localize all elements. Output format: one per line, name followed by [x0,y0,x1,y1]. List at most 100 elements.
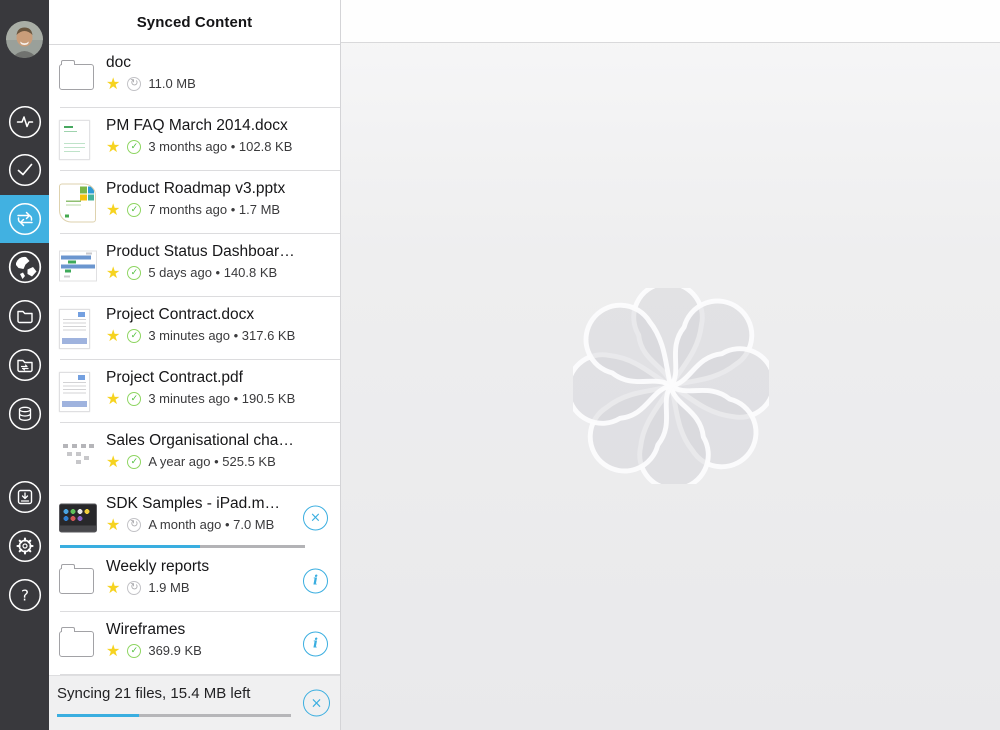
star-icon: ★ [106,266,120,280]
list-item[interactable]: Project Contract.docx ★ 3 minutes ago • … [49,297,340,360]
star-icon: ★ [106,518,120,532]
sync-status-icon [127,581,141,595]
content-area [341,0,1000,730]
sidebar-item-tasks[interactable] [0,146,49,194]
sidebar-item-global[interactable] [0,243,49,291]
activity-icon [8,105,42,139]
sync-status-icon [127,392,141,406]
file-thumbnail [59,120,90,160]
star-icon: ★ [106,581,120,595]
sync-progress-bar [57,714,291,718]
help-icon: ? [8,578,42,612]
file-thumbnail [59,568,94,594]
avatar-photo [6,21,43,58]
file-details: A month ago • 7.0 MB [148,517,274,532]
file-details: 1.9 MB [148,580,189,595]
sidebar-item-sync[interactable] [0,195,49,243]
star-icon: ★ [106,644,120,658]
list-item[interactable]: Project Contract.pdf ★ 3 minutes ago • 1… [49,360,340,423]
file-list: doc ★ 11.0 MB PM FAQ March 2014.docx ★ 3… [49,45,340,675]
sync-icon [8,202,42,236]
star-icon: ★ [106,392,120,406]
file-thumbnail [59,503,97,532]
star-icon: ★ [106,455,120,469]
file-details: 369.9 KB [148,643,202,658]
close-icon: × [311,695,323,711]
file-name: Project Contract.pdf [106,369,296,387]
file-name: Product Roadmap v3.pptx [106,180,296,198]
list-item[interactable]: Wireframes ★ 369.9 KB i [49,612,340,675]
sidebar-item-settings[interactable] [0,522,49,570]
sync-status-text: Syncing 21 files, 15.4 MB left [57,685,250,702]
panel-header: Synced Content [49,0,340,45]
sidebar-item-downloads[interactable] [0,473,49,521]
file-details: 3 minutes ago • 317.6 KB [148,328,295,343]
file-details: 7 months ago • 1.7 MB [148,202,280,217]
sync-status-bar: Syncing 21 files, 15.4 MB left × [49,675,340,730]
sync-status-icon [127,518,141,532]
file-details: 3 minutes ago • 190.5 KB [148,391,295,406]
star-icon: ★ [106,140,120,154]
panel-title: Synced Content [137,14,253,31]
list-item[interactable]: Weekly reports ★ 1.9 MB i [49,549,340,612]
folder-icon [8,299,42,333]
info-button[interactable]: i [303,631,328,656]
file-details: 11.0 MB [148,76,195,91]
avatar[interactable] [6,21,43,58]
file-thumbnail [59,250,97,281]
content-header [341,0,1000,43]
star-icon: ★ [106,203,120,217]
file-name: Sales Organisational chart_… [106,432,296,450]
flower-logo [573,288,769,484]
sync-status-icon [127,140,141,154]
sync-status-icon [127,644,141,658]
gear-icon [8,529,42,563]
sidebar-item-storage[interactable] [0,390,49,438]
download-icon [8,480,42,514]
file-details: 5 days ago • 140.8 KB [148,265,277,280]
info-button[interactable]: i [303,568,328,593]
file-name: Product Status Dashboard-… [106,243,296,261]
svg-text:?: ? [21,587,29,605]
star-icon: ★ [106,77,120,91]
file-details: 3 months ago • 102.8 KB [148,139,292,154]
sidebar-item-folders[interactable] [0,292,49,340]
file-name: doc [106,54,296,72]
file-details: A year ago • 525.5 KB [148,454,275,469]
list-item[interactable]: doc ★ 11.0 MB [49,45,340,108]
list-item[interactable]: Sales Organisational chart_… ★ A year ag… [49,423,340,486]
sync-status-icon [127,77,141,91]
sidebar-rail: ? [0,0,49,730]
database-icon [8,397,42,431]
sync-status-icon [127,266,141,280]
file-name: Wireframes [106,621,296,639]
file-thumbnail [59,372,90,412]
item-progress-bar [60,545,305,548]
sync-status-icon [127,329,141,343]
file-name: Project Contract.docx [106,306,296,324]
file-thumbnail [59,442,96,468]
cancel-item-sync-button[interactable]: × [303,505,328,530]
sync-status-icon [127,203,141,217]
file-name: SDK Samples - iPad.m… [106,495,296,513]
list-item[interactable]: SDK Samples - iPad.m… ★ A month ago • 7.… [49,486,340,549]
app-window: ? Synced Content doc ★ 11.0 MB [0,0,1000,730]
cancel-sync-button[interactable]: × [303,690,330,717]
sync-status-icon [127,455,141,469]
list-item[interactable]: Product Roadmap v3.pptx ★ 7 months ago •… [49,171,340,234]
file-thumbnail [59,631,94,657]
sidebar-item-help[interactable]: ? [0,571,49,619]
sidebar-item-synced-folders[interactable] [0,341,49,389]
synced-folder-icon [8,348,42,382]
synced-content-panel: Synced Content doc ★ 11.0 MB PM FAQ Marc… [49,0,341,730]
file-name: PM FAQ March 2014.docx [106,117,296,135]
sidebar-item-activity[interactable] [0,98,49,146]
globe-icon [8,250,42,284]
file-thumbnail [59,309,90,349]
file-thumbnail [59,183,96,222]
file-name: Weekly reports [106,558,296,576]
check-circle-icon [8,153,42,187]
file-thumbnail [59,64,94,90]
list-item[interactable]: PM FAQ March 2014.docx ★ 3 months ago • … [49,108,340,171]
list-item[interactable]: Product Status Dashboard-… ★ 5 days ago … [49,234,340,297]
